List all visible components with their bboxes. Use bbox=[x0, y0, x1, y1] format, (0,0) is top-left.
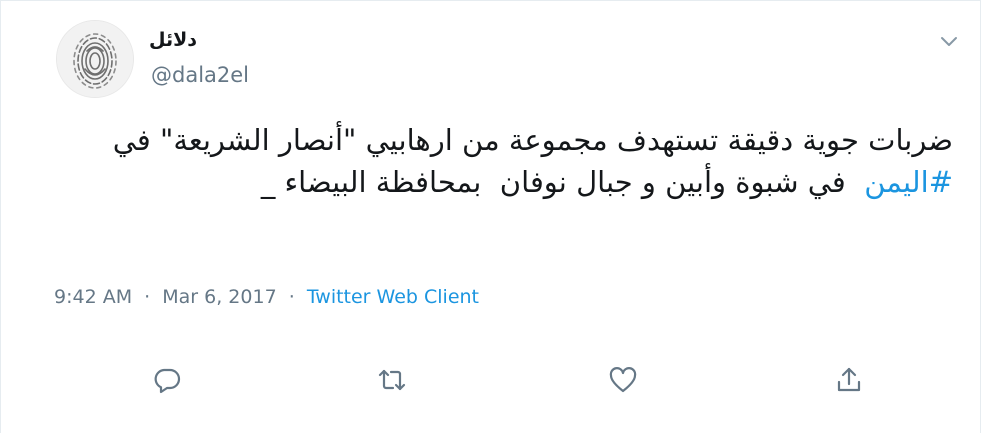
user-handle[interactable]: @dala2el bbox=[151, 63, 249, 87]
tweet-options-button[interactable] bbox=[935, 27, 963, 55]
tweet-time[interactable]: 9:42 AM bbox=[54, 286, 132, 308]
tweet-card: دلائل @dala2el ضربات جوية دقيقة تستهدف م… bbox=[0, 0, 981, 433]
tweet-text-part-2: في شبوة وأبين و جبال نوفان بمحافظة البيض… bbox=[260, 165, 865, 199]
display-name[interactable]: دلائل bbox=[149, 29, 269, 51]
tweet-source-link[interactable]: Twitter Web Client bbox=[307, 286, 479, 308]
share-icon bbox=[837, 367, 861, 392]
tweet-text-part-1: ضربات جوية دقيقة تستهدف مجموعة من ارهابي… bbox=[103, 123, 953, 157]
reply-icon bbox=[154, 368, 181, 394]
chevron-down-icon bbox=[941, 37, 957, 46]
meta-separator: · bbox=[288, 286, 295, 308]
heart-icon bbox=[609, 367, 637, 393]
share-button[interactable] bbox=[833, 364, 865, 396]
retweet-button[interactable] bbox=[376, 364, 408, 396]
reply-button[interactable] bbox=[151, 364, 183, 396]
fingerprint-avatar-icon bbox=[57, 21, 133, 97]
meta-separator: · bbox=[144, 286, 151, 308]
like-button[interactable] bbox=[607, 364, 639, 396]
avatar[interactable] bbox=[56, 20, 134, 98]
retweet-icon bbox=[378, 369, 406, 391]
hashtag-link[interactable]: #اليمن bbox=[864, 165, 953, 199]
tweet-date[interactable]: Mar 6, 2017 bbox=[162, 286, 276, 308]
tweet-text: ضربات جوية دقيقة تستهدف مجموعة من ارهابي… bbox=[41, 119, 953, 203]
display-name-text[interactable]: دلائل bbox=[149, 29, 197, 51]
tweet-meta: 9:42 AM · Mar 6, 2017 · Twitter Web Clie… bbox=[54, 286, 479, 308]
